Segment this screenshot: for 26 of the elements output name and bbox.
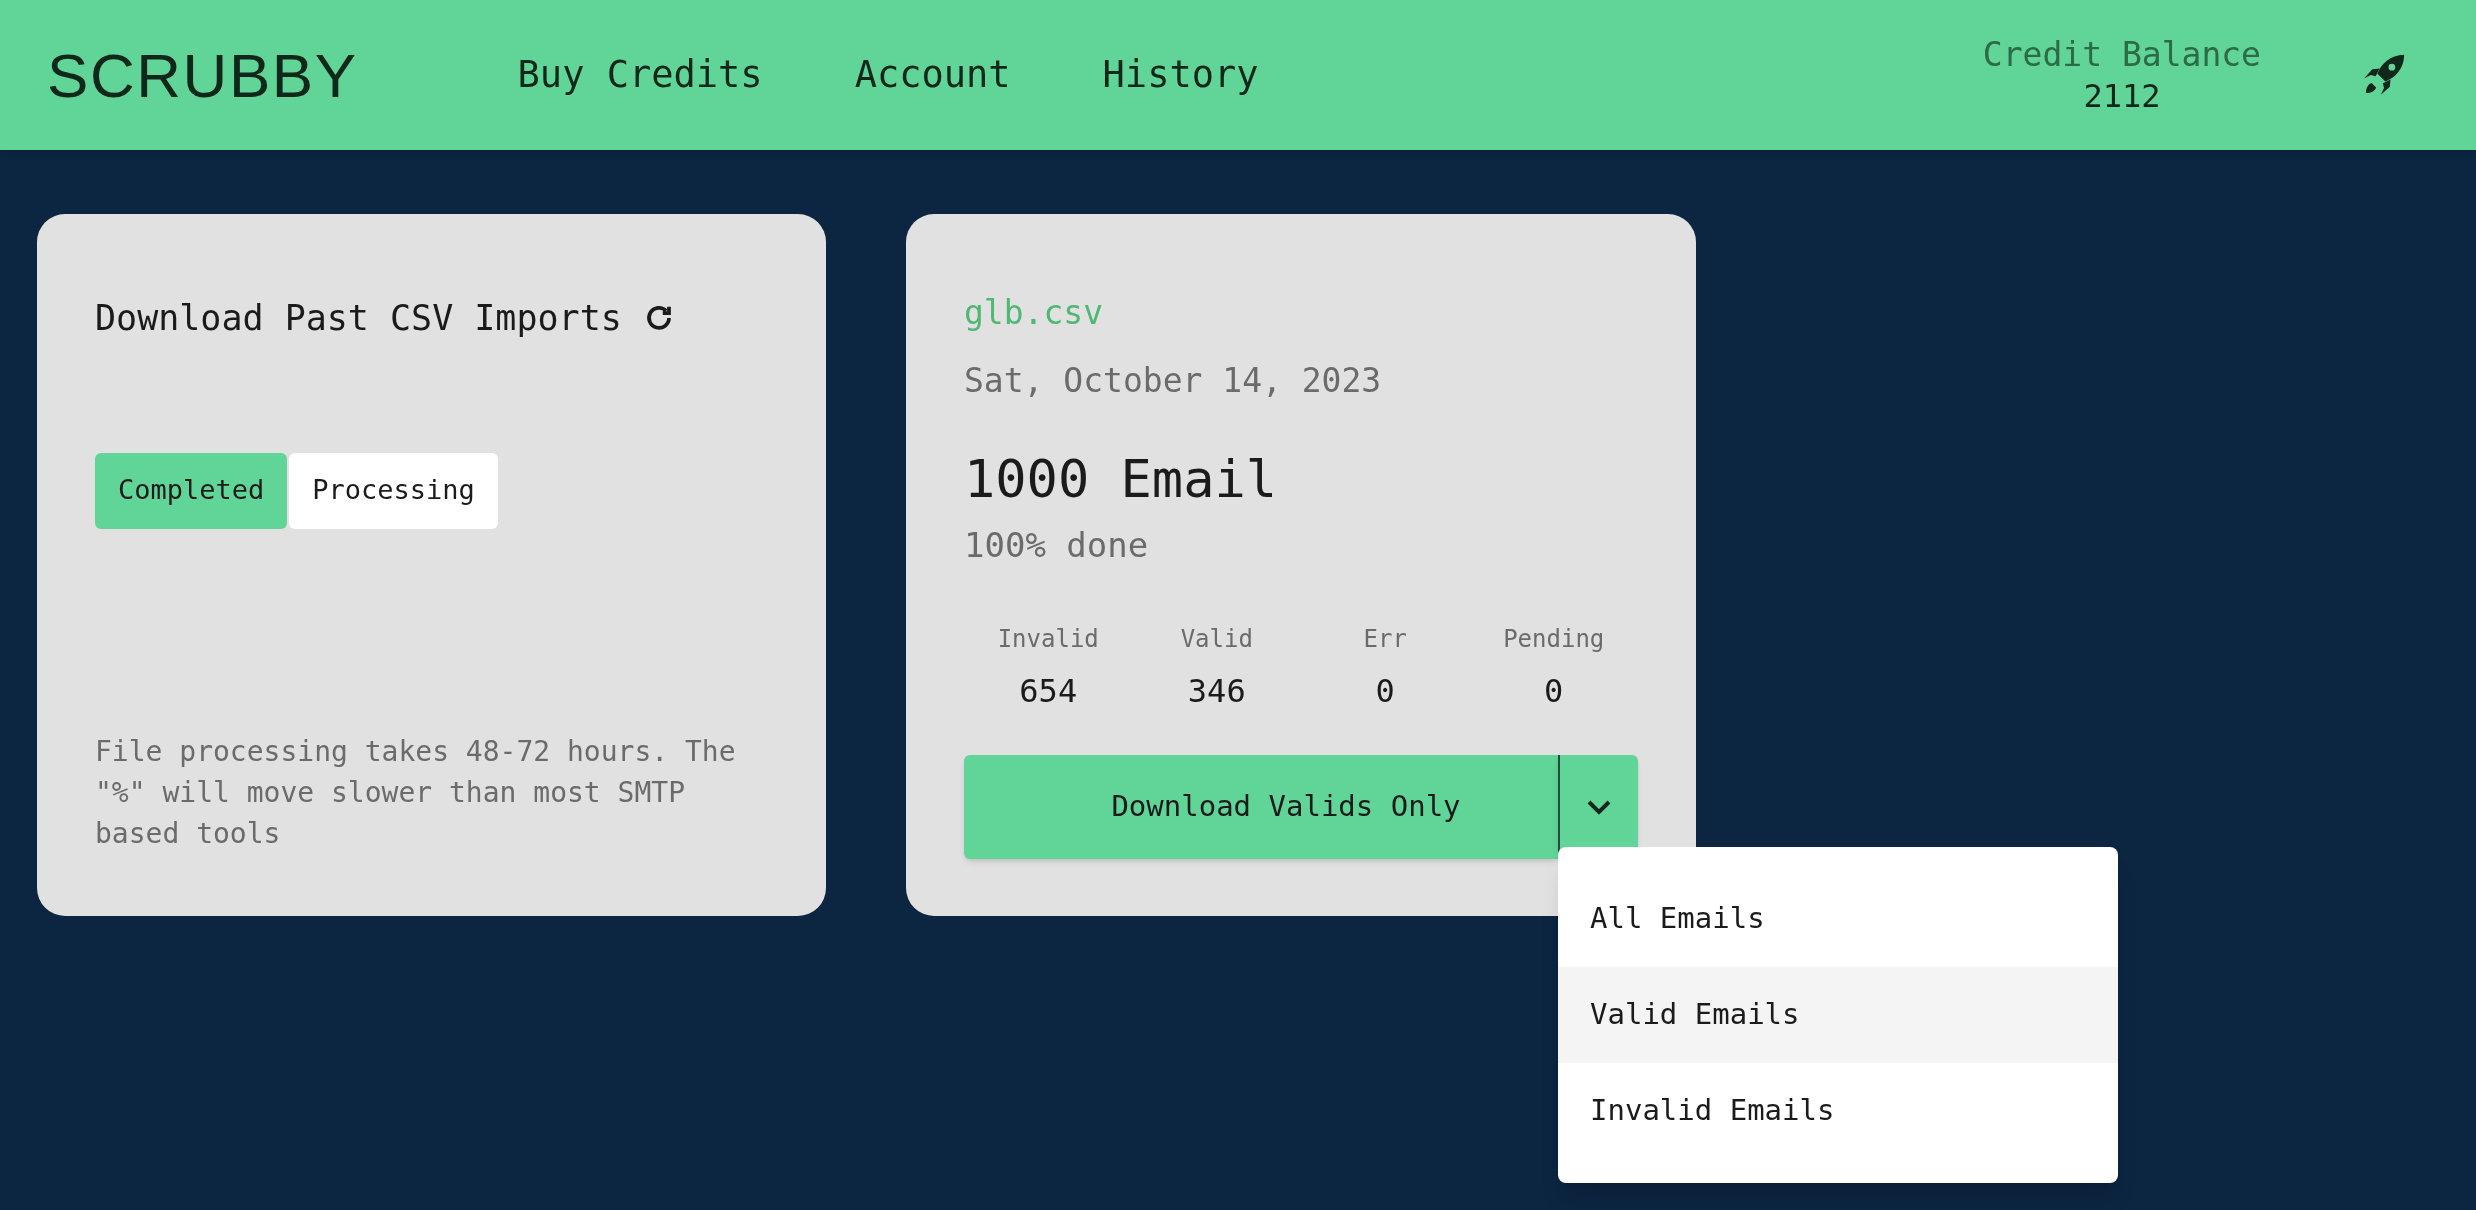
stat-label: Valid [1180, 624, 1253, 655]
chevron-icon [1586, 799, 1612, 815]
stat-label: Err [1363, 624, 1407, 655]
stat-value: 0 [1544, 671, 1564, 712]
stat-label: Invalid [997, 624, 1099, 655]
email-count: 1000 Email [964, 448, 1279, 511]
file-date: Sat, October 14, 2023 [964, 359, 1383, 402]
status-tab[interactable]: Completed [95, 452, 288, 529]
nav-link[interactable]: Account [854, 47, 1011, 103]
stat-value: 0 [1375, 671, 1395, 712]
card-title: Download Past CSV Imports [95, 297, 622, 340]
credit-balance-label: Credit Balance [1982, 34, 2261, 76]
nav-link[interactable]: History [1102, 47, 1259, 103]
stat-label: Pending [1503, 624, 1605, 655]
nav-link[interactable]: Buy Credits [517, 47, 763, 103]
menu-item[interactable]: Invalid Emails [1558, 1063, 2118, 1159]
menu-item[interactable]: Valid Emails [1558, 967, 2118, 1063]
stat-value: 346 [1187, 671, 1246, 712]
stat-value: 654 [1019, 671, 1078, 712]
progress-text: 100% done [964, 524, 1150, 567]
menu-item[interactable]: All Emails [1558, 871, 2118, 967]
download-button[interactable]: Download Valids Only [964, 755, 1558, 859]
logo[interactable]: SCRUBBY [47, 28, 358, 122]
credit-balance-value: 2112 [2083, 75, 2161, 116]
status-tab[interactable]: Processing [289, 452, 498, 529]
processing-note: File processing takes 48-72 hours. The "%" will move slower than most SMTP based tools [95, 734, 737, 852]
